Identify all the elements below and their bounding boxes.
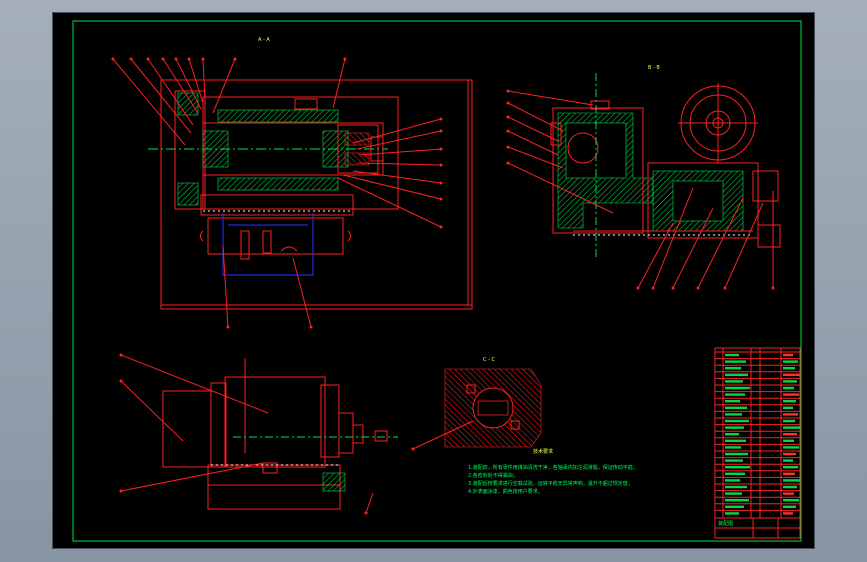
parts-row-illegible-text [783,373,800,376]
parts-row-illegible-text [783,452,796,456]
parts-row-illegible-text [725,479,740,482]
parts-row-illegible-text [783,360,798,363]
main-section-view: A - A [111,37,473,329]
parts-row-illegible-text [783,393,799,396]
parts-row-illegible-text [725,446,741,449]
parts-row-illegible-text [725,433,739,436]
front-view [119,353,398,515]
parts-row-illegible-text [725,353,739,357]
parts-row-illegible-text [725,485,747,489]
parts-row-illegible-text [725,419,749,423]
parts-row-illegible-text [725,373,748,376]
parts-row-illegible-text [783,479,800,482]
parts-row-illegible-text [725,505,744,508]
parts-row-illegible-text [783,400,796,403]
parts-row-illegible-text [725,393,745,396]
side-section-view: B - B [506,65,781,290]
section-c-label: C - C [483,357,495,363]
parts-row-illegible-text [725,452,748,456]
parts-row-illegible-text [783,492,794,495]
parts-row-illegible-text [725,413,742,416]
parts-list-rows [715,351,800,515]
parts-row-illegible-text [725,472,745,475]
tech-req-line-4: 4.外表面涂漆，颜色按用户要求。 [468,488,543,495]
drawing-name-cell: 装配图 [718,520,733,527]
parts-row-illegible-text [725,386,750,390]
tech-req-line-3: 3.装配后按要求进行空载试验，运转平稳无异常声响，温升不超过规定值； [468,480,633,487]
parts-row-illegible-text [783,446,799,449]
parts-row-illegible-text [725,499,749,502]
parts-row-illegible-text [725,406,747,409]
parts-row-illegible-text [783,380,797,383]
parts-row-illegible-text [783,386,794,390]
drawing-canvas: A - A B - B C - C 技术要求 1.装配前，所有零件用煤油清洗干净… [72,20,802,542]
parts-row-illegible-text [725,439,746,442]
parts-row-illegible-text [725,400,740,403]
parts-row-illegible-text [783,485,797,489]
parts-row-illegible-text [783,426,800,429]
parts-row-illegible-text [783,439,794,442]
parts-row-illegible-text [783,433,797,436]
parts-row-illegible-text [725,380,743,383]
parts-row-illegible-text [783,419,795,423]
parts-row-illegible-text [725,426,744,429]
tech-req-line-2: 2.各密封处不得漏油； [468,472,518,479]
parts-row-illegible-text [725,512,739,515]
parts-row-illegible-text [783,505,796,508]
parts-row-illegible-text [725,367,741,370]
parts-row-illegible-text [783,413,798,416]
parts-row-illegible-text [783,367,795,370]
tech-req-title: 技术要求 [533,448,553,455]
parts-row-illegible-text [783,512,793,515]
parts-row-illegible-text [725,459,743,462]
parts-row-illegible-text [783,406,793,409]
parts-row-illegible-text [725,492,742,495]
detail-section-view: C - C [411,357,542,451]
parts-row-illegible-text [783,472,795,475]
parts-row-illegible-text [725,466,750,469]
parts-row-illegible-text [783,353,793,357]
cad-drawing-sheet: A - A B - B C - C 技术要求 1.装配前，所有零件用煤油清洗干净… [53,13,814,548]
parts-row-illegible-text [725,360,746,363]
parts-list-table [714,347,801,539]
parts-row-illegible-text [783,459,793,462]
tech-requirements: 技术要求 1.装配前，所有零件用煤油清洗干净；各轴承内加注润滑脂，保证传动平稳；… [468,448,638,495]
section-b-label: B - B [648,65,660,71]
parts-row-illegible-text [783,466,798,469]
tech-req-line-1: 1.装配前，所有零件用煤油清洗干净；各轴承内加注润滑脂，保证传动平稳； [468,464,638,471]
section-a-label: A - A [258,37,270,43]
parts-row-illegible-text [783,499,799,502]
